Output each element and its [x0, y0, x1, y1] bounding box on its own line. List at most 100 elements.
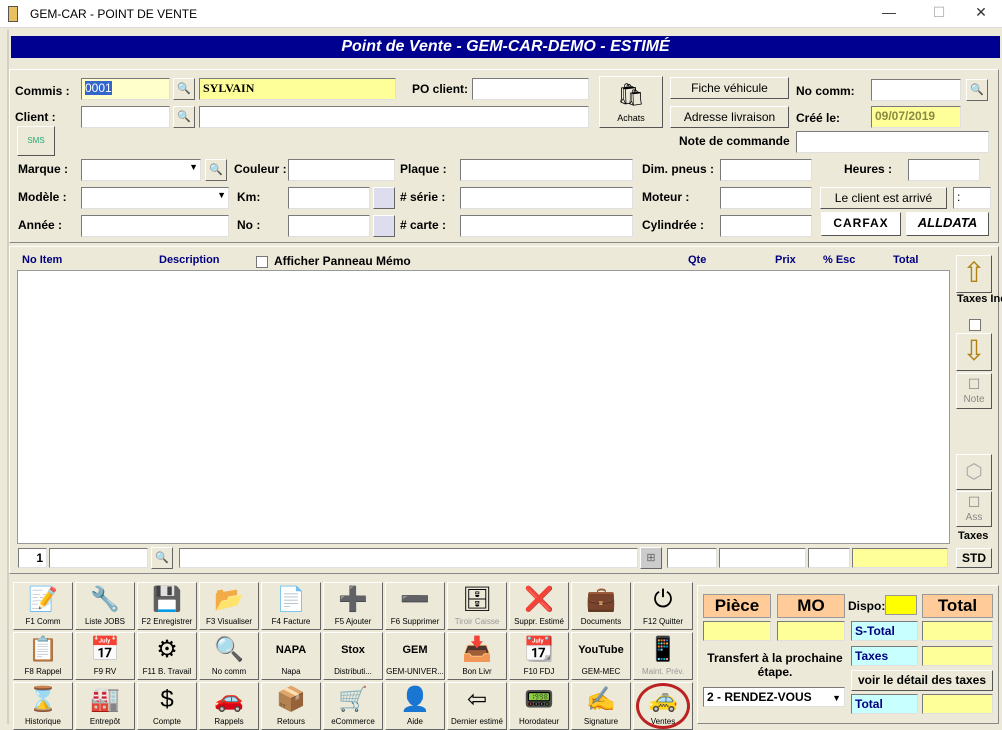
carte-input[interactable]	[460, 215, 633, 237]
esc-input[interactable]	[808, 548, 850, 568]
item-code-input[interactable]	[49, 548, 148, 568]
toolbar-button-2-8[interactable]: 📟 Horodateur	[509, 682, 569, 730]
alldata-button[interactable]: ALLDATA	[906, 212, 989, 236]
arrow-down-icon[interactable]: ⇩	[956, 333, 992, 371]
annee-input[interactable]	[81, 215, 229, 237]
arrive-time-input[interactable]: :	[953, 187, 991, 209]
nocomm-label: No comm:	[796, 84, 855, 98]
fiche-vehicule-button[interactable]: Fiche véhicule	[670, 77, 789, 99]
adresse-livraison-button[interactable]: Adresse livraison	[670, 106, 789, 128]
toolbar-icon: $	[160, 686, 174, 713]
toolbar-button-1-2[interactable]: ⚙ F11 B. Travail	[137, 632, 197, 680]
cylindree-input[interactable]	[720, 215, 812, 237]
toolbar-button-1-4[interactable]: NAPA Napa	[261, 632, 321, 680]
toolbar-button-0-3[interactable]: 📂 F3 Visualiser	[199, 582, 259, 630]
toolbar-button-2-6[interactable]: 👤 Aide	[385, 682, 445, 730]
toolbar-button-2-3[interactable]: 🚗 Rappels	[199, 682, 259, 730]
couleur-input[interactable]	[288, 159, 395, 181]
toolbar-button-0-9[interactable]: 💼 Documents	[571, 582, 631, 630]
plaque-input[interactable]	[460, 159, 633, 181]
toolbar-button-0-1[interactable]: 🔧 Liste JOBS	[75, 582, 135, 630]
memo-checkbox[interactable]	[256, 256, 268, 268]
arrow-up-icon[interactable]: ⇧	[956, 255, 992, 293]
carfax-button[interactable]: CARFAX	[821, 212, 901, 236]
no-input[interactable]	[288, 215, 370, 237]
commis-search-icon[interactable]: 🔍	[173, 78, 195, 100]
toolbar-icon: 📂	[214, 586, 244, 613]
heures-input[interactable]	[908, 159, 980, 181]
toolbar-button-1-5[interactable]: Stox Distributi...	[323, 632, 383, 680]
toolbar-button-2-1[interactable]: 🏭 Entrepôt	[75, 682, 135, 730]
toolbar-button-0-4[interactable]: 📄 F4 Facture	[261, 582, 321, 630]
taxes-total-label: Taxes	[851, 646, 918, 666]
marque-search-icon[interactable]: 🔍	[205, 159, 227, 181]
serie-input[interactable]	[460, 187, 633, 209]
toolbar-button-0-0[interactable]: 📝 F1 Comm	[13, 582, 73, 630]
taxes-incl-checkbox[interactable]	[969, 319, 981, 331]
achats-button[interactable]: 🛍 Achats	[599, 76, 663, 128]
toolbar-button-0-5[interactable]: ➕ F5 Ajouter	[323, 582, 383, 630]
toolbar-button-0-7[interactable]: 🗄 Tiroir Caisse	[447, 582, 507, 630]
nocomm-search-icon[interactable]: 🔍	[966, 79, 988, 101]
toolbar-button-1-6[interactable]: GEM GEM-UNIVER...	[385, 632, 445, 680]
std-button[interactable]: STD	[956, 548, 992, 568]
piece-header: Pièce	[703, 594, 771, 618]
maximize-button[interactable]: ☐	[924, 4, 954, 24]
moteur-input[interactable]	[720, 187, 812, 209]
commis-code-input[interactable]: 0001	[81, 78, 170, 100]
close-button[interactable]: ✕	[966, 4, 996, 24]
highlight-circle	[636, 683, 690, 729]
toolbar-icon: 📆	[524, 636, 554, 663]
toolbar-button-1-10[interactable]: 📱 Maint. Prév.	[633, 632, 693, 680]
toolbar-button-0-6[interactable]: ➖ F6 Supprimer	[385, 582, 445, 630]
item-search-icon[interactable]: 🔍	[151, 547, 173, 569]
qte-input[interactable]	[667, 548, 717, 568]
toolbar-button-1-8[interactable]: 📆 F10 FDJ	[509, 632, 569, 680]
sms-button[interactable]: SMS	[17, 126, 55, 156]
toolbar-button-2-5[interactable]: 🛒 eCommerce	[323, 682, 383, 730]
mo-header: MO	[777, 594, 845, 618]
toolbar-button-1-3[interactable]: 🔍 No comm	[199, 632, 259, 680]
marque-select[interactable]: ▼	[81, 159, 201, 181]
client-code-input[interactable]	[81, 106, 170, 128]
no-picker-icon[interactable]	[373, 215, 395, 237]
toolbar-button-2-2[interactable]: $ Compte	[137, 682, 197, 730]
toolbar-button-0-2[interactable]: 💾 F2 Enregistrer	[137, 582, 197, 630]
modele-select[interactable]: ▼	[81, 187, 229, 209]
no-label: No :	[237, 218, 261, 232]
achats-icon: 🛍	[617, 82, 645, 107]
ass-button[interactable]: ☐ Ass	[956, 491, 992, 527]
toolbar-button-2-10[interactable]: 🚕 Ventes	[633, 682, 693, 730]
toolbar-button-2-7[interactable]: ⇦ Dernier estimé	[447, 682, 507, 730]
etape-select[interactable]: 2 - RENDEZ-VOUS ▼	[703, 687, 845, 707]
toolbar-button-1-1[interactable]: 📅 F9 RV	[75, 632, 135, 680]
client-arrive-button[interactable]: Le client est arrivé	[820, 187, 947, 209]
toolbar-button-0-10[interactable]: ⏻ F12 Quitter	[633, 582, 693, 630]
toolbar-button-0-8[interactable]: ❌ Suppr. Estimé	[509, 582, 569, 630]
line-number-field: 1	[18, 548, 47, 568]
toolbar-button-2-4[interactable]: 📦 Retours	[261, 682, 321, 730]
items-list[interactable]	[17, 270, 950, 544]
toolbar-button-1-7[interactable]: 📥 Bon Livr	[447, 632, 507, 680]
client-search-icon[interactable]: 🔍	[173, 106, 195, 128]
po-input[interactable]	[472, 78, 589, 100]
hexagon-icon[interactable]: ⬡	[956, 454, 992, 490]
dim-pneus-input[interactable]	[720, 159, 812, 181]
tire-icon[interactable]: ⊞	[640, 547, 662, 569]
item-description-input[interactable]	[179, 548, 638, 568]
km-input[interactable]	[288, 187, 370, 209]
toolbar-icon: 📥	[462, 636, 492, 663]
toolbar-button-2-9[interactable]: ✍ Signature	[571, 682, 631, 730]
toolbar-button-2-0[interactable]: ⌛ Historique	[13, 682, 73, 730]
toolbar-button-1-0[interactable]: 📋 F8 Rappel	[13, 632, 73, 680]
toolbar-button-1-9[interactable]: YouTube GEM-MEC	[571, 632, 631, 680]
prix-input[interactable]	[719, 548, 806, 568]
detail-taxes-button[interactable]: voir le détail des taxes	[851, 670, 993, 691]
minimize-button[interactable]: —	[874, 4, 904, 24]
km-picker-icon[interactable]	[373, 187, 395, 209]
note-commande-input[interactable]	[796, 131, 989, 153]
client-name-input[interactable]	[199, 106, 589, 128]
note-button[interactable]: ☐ Note	[956, 373, 992, 409]
annee-label: Année :	[18, 218, 63, 232]
nocomm-input[interactable]	[871, 79, 961, 101]
